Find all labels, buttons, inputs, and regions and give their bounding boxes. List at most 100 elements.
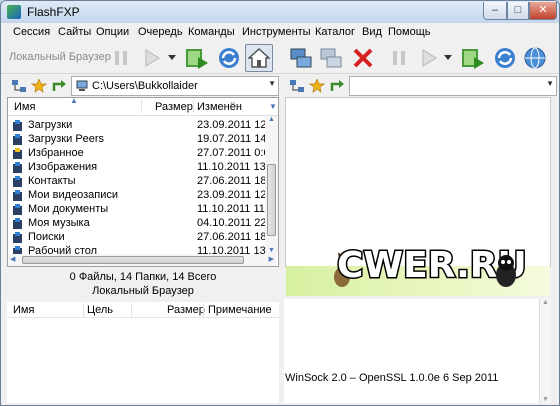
window-title: FlashFXP xyxy=(27,5,80,19)
home-icon xyxy=(248,47,270,68)
up-directory-icon[interactable] xyxy=(51,79,67,93)
disconnect-button[interactable] xyxy=(317,44,345,72)
abort-button[interactable] xyxy=(349,44,377,72)
right-path-combo[interactable]: ▼ xyxy=(349,76,557,96)
refresh-icon xyxy=(495,48,515,68)
left-path-bar: C:\Users\Bukkollaider ▼ xyxy=(7,75,279,97)
menu-tools[interactable]: Инструменты xyxy=(242,26,311,38)
pause-right-button[interactable] xyxy=(385,44,413,72)
column-separator xyxy=(193,99,194,113)
column-separator xyxy=(203,303,204,317)
folder-icon xyxy=(13,190,22,201)
favorites-star-icon[interactable] xyxy=(31,79,47,93)
menu-directory[interactable]: Каталог xyxy=(315,26,355,38)
play-left-dropdown[interactable] xyxy=(165,44,179,72)
scroll-up-arrow-icon[interactable]: ▲ xyxy=(542,299,549,306)
file-name: Поиски xyxy=(28,231,65,243)
flashfxp-logo-icon xyxy=(7,5,21,19)
up-directory-icon[interactable] xyxy=(329,79,345,93)
file-row[interactable]: Контакты 27.06.2011 18:46 xyxy=(8,174,278,188)
folder-icon xyxy=(13,176,22,187)
log-panel xyxy=(284,299,550,403)
menu-session[interactable]: Сессия xyxy=(13,26,50,38)
file-row[interactable]: Поиски 27.06.2011 18:46 xyxy=(8,230,278,244)
toolbar: Локальный Браузер xyxy=(1,42,559,74)
play-left-button[interactable] xyxy=(138,44,166,72)
minimize-button[interactable]: – xyxy=(483,2,507,20)
abort-icon xyxy=(353,48,373,68)
left-file-browser: Имя ▲ Размер Изменён ▼ Загрузки 23.09.20… xyxy=(7,97,279,267)
menu-help[interactable]: Помощь xyxy=(388,26,431,38)
play-right-button[interactable] xyxy=(415,44,443,72)
scroll-left-arrow-icon[interactable]: ◀ xyxy=(10,255,15,263)
left-status-panel-name: Локальный Браузер xyxy=(7,285,279,297)
connection-tree-icon[interactable] xyxy=(289,79,305,93)
connect-button[interactable] xyxy=(287,44,315,72)
disconnect-icon xyxy=(320,48,342,68)
left-path-combo[interactable]: C:\Users\Bukkollaider ▼ xyxy=(71,76,279,96)
app-window: FlashFXP – □ ✕ Сессия Сайты Опции Очеред… xyxy=(0,0,560,406)
menu-view[interactable]: Вид xyxy=(362,26,382,38)
file-row[interactable]: Загрузки Peers 19.07.2011 14:49 xyxy=(8,132,278,146)
menu-queue[interactable]: Очередь xyxy=(138,26,183,38)
pause-left-button[interactable] xyxy=(107,44,135,72)
column-menu-chevron-icon[interactable]: ▼ xyxy=(269,102,277,111)
file-name: Моя музыка xyxy=(28,217,90,229)
menu-options[interactable]: Опции xyxy=(96,26,129,38)
globe-button[interactable] xyxy=(521,44,549,72)
log-scrollbar[interactable]: ▲ ▼ xyxy=(539,299,551,403)
chevron-down-icon[interactable]: ▼ xyxy=(268,79,276,88)
right-file-browser xyxy=(285,97,551,267)
queue-header: Имя Цель Размер Примечание xyxy=(7,302,279,318)
queue-list[interactable] xyxy=(7,318,279,403)
vertical-scrollbar[interactable]: ▲ ▼ xyxy=(265,116,278,254)
queue-column-target[interactable]: Цель xyxy=(87,304,113,316)
file-name: Мои видеозаписи xyxy=(28,189,119,201)
maximize-button[interactable]: □ xyxy=(507,2,529,20)
menu-sites[interactable]: Сайты xyxy=(58,26,91,38)
folder-icon xyxy=(13,218,22,229)
left-path-value: C:\Users\Bukkollaider xyxy=(92,80,198,92)
right-path-bar: ▼ xyxy=(285,75,559,97)
column-name[interactable]: Имя xyxy=(14,101,35,113)
close-button[interactable]: ✕ xyxy=(529,2,557,20)
horizontal-scrollbar[interactable]: ◀ ▶ xyxy=(8,254,276,266)
connection-tree-icon[interactable] xyxy=(11,79,27,93)
column-modified[interactable]: Изменён xyxy=(197,101,242,113)
transfer-right-button[interactable] xyxy=(459,44,487,72)
home-button[interactable] xyxy=(245,44,273,72)
sort-up-icon: ▲ xyxy=(70,97,78,105)
pause-icon xyxy=(115,51,127,65)
folder-icon xyxy=(13,148,22,159)
queue-column-note[interactable]: Примечание xyxy=(208,304,272,316)
file-name: Загрузки Peers xyxy=(28,133,105,145)
cat-mascot-icon xyxy=(496,255,516,287)
column-separator xyxy=(141,99,142,113)
file-row[interactable]: Мои документы 11.10.2011 11:53 xyxy=(8,202,278,216)
file-row[interactable]: Моя музыка 04.10.2011 22:33 xyxy=(8,216,278,230)
chevron-down-icon[interactable]: ▼ xyxy=(546,79,554,88)
menu-bar: Сессия Сайты Опции Очередь Команды Инстр… xyxy=(1,23,559,42)
column-size[interactable]: Размер xyxy=(155,101,193,113)
refresh-right-button[interactable] xyxy=(491,44,519,72)
queue-column-name[interactable]: Имя xyxy=(13,304,34,316)
file-row[interactable]: Изображения 11.10.2011 13:15 xyxy=(8,160,278,174)
scrollbar-thumb[interactable] xyxy=(267,164,276,236)
file-row[interactable]: Мои видеозаписи 23.09.2011 12:16 xyxy=(8,188,278,202)
refresh-left-button[interactable] xyxy=(215,44,243,72)
scrollbar-thumb[interactable] xyxy=(22,256,244,264)
file-row[interactable]: Избранное 27.07.2011 0:01 xyxy=(8,146,276,160)
scroll-right-arrow-icon[interactable]: ▶ xyxy=(269,255,274,263)
left-status-counts: 0 Файлы, 14 Папки, 14 Всего xyxy=(7,271,279,283)
scroll-up-arrow-icon[interactable]: ▲ xyxy=(268,116,275,123)
favorites-star-icon[interactable] xyxy=(309,79,325,93)
folder-icon xyxy=(13,162,22,173)
queue-column-size[interactable]: Размер xyxy=(167,304,205,316)
transfer-left-button[interactable] xyxy=(183,44,211,72)
file-row[interactable]: Загрузки 23.09.2011 12:17 xyxy=(8,118,278,132)
local-browser-label: Локальный Браузер xyxy=(9,51,111,63)
scroll-down-arrow-icon[interactable]: ▼ xyxy=(268,247,275,254)
scroll-down-arrow-icon[interactable]: ▼ xyxy=(542,396,549,403)
menu-commands[interactable]: Команды xyxy=(188,26,235,38)
play-right-dropdown[interactable] xyxy=(441,44,455,72)
